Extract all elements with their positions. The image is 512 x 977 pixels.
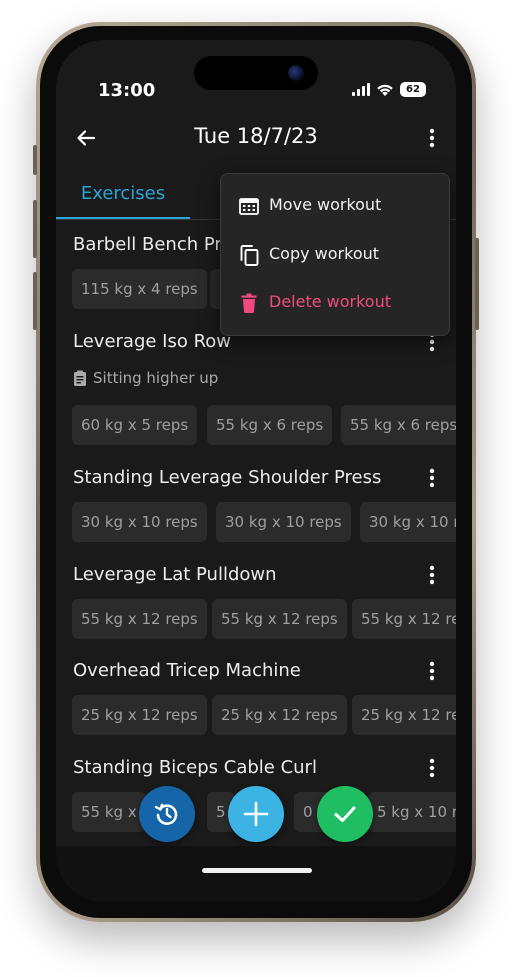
exercise-menu-button[interactable]: [422, 466, 442, 490]
set-chip[interactable]: 30 kg x 10 reps: [72, 502, 207, 542]
set-chip[interactable]: 25 kg x 12 reps: [72, 695, 207, 735]
more-vert-icon: [429, 758, 435, 778]
set-chip[interactable]: 115 kg x 4 reps: [72, 269, 207, 309]
menu-item-label: Copy workout: [269, 244, 380, 263]
battery-level: 62: [400, 82, 426, 97]
menu-item-label: Delete workout: [269, 292, 392, 311]
phone-action-button: [33, 145, 37, 175]
sets-row: 55 kg x 12 reps 55 kg x 12 reps 55 kg x …: [72, 599, 456, 639]
exercise-note: Sitting higher up: [73, 369, 218, 387]
dynamic-island: [194, 56, 318, 90]
set-chip[interactable]: 55 kg x 12 reps: [212, 599, 347, 639]
workout-options-menu: Move workout Copy workout Delete workout: [220, 173, 450, 336]
set-chip[interactable]: 30 kg x 10 reps: [216, 502, 351, 542]
set-chip[interactable]: 55 kg x 6 reps: [341, 405, 456, 445]
exercise-menu-button[interactable]: [422, 563, 442, 587]
exercise-name[interactable]: Barbell Bench Pr: [73, 234, 222, 255]
menu-item-copy-workout[interactable]: Copy workout: [221, 231, 449, 279]
home-indicator[interactable]: [202, 868, 312, 873]
phone-power-button: [475, 238, 479, 330]
page-title: Tue 18/7/23: [194, 124, 318, 148]
exercise-name[interactable]: Standing Biceps Cable Curl: [73, 757, 317, 778]
workout-menu-button[interactable]: [422, 126, 442, 150]
sets-row: 30 kg x 10 reps 30 kg x 10 reps 30 kg x …: [72, 502, 456, 542]
history-button[interactable]: [139, 786, 195, 842]
exercise-name[interactable]: Standing Leverage Shoulder Press: [73, 467, 381, 488]
app-bar: Tue 18/7/23: [56, 120, 456, 156]
status-icons: 62: [352, 82, 426, 97]
exercise-name[interactable]: Leverage Iso Row: [73, 331, 231, 352]
clipboard-icon: [74, 370, 86, 386]
set-chip[interactable]: 55 kg x 12 reps: [72, 599, 207, 639]
sets-row: 60 kg x 5 reps 55 kg x 6 reps 55 kg x 6 …: [72, 405, 456, 445]
add-exercise-button[interactable]: [228, 786, 284, 842]
set-chip[interactable]: 25 kg x 12 re: [352, 695, 456, 735]
app-screen: 13:00 62 Tue 18/7/23 Exercises Barbell B…: [56, 40, 456, 902]
copy-icon: [240, 245, 259, 266]
more-vert-icon: [429, 128, 435, 148]
set-chip[interactable]: 30 kg x 10 r: [360, 502, 456, 542]
more-vert-icon: [429, 661, 435, 681]
status-time: 13:00: [98, 80, 156, 101]
camera-icon: [288, 65, 304, 81]
history-icon: [154, 803, 178, 825]
wifi-icon: [377, 84, 393, 96]
set-chip[interactable]: 5 kg x 10 re: [368, 792, 456, 832]
exercise-menu-button[interactable]: [422, 659, 442, 683]
sets-row: 25 kg x 12 reps 25 kg x 12 reps 25 kg x …: [72, 695, 456, 735]
plus-icon: [243, 801, 269, 827]
cellular-signal-icon: [352, 83, 370, 96]
more-vert-icon: [429, 565, 435, 585]
bottom-safe-area: [56, 846, 456, 902]
calendar-icon: [239, 198, 259, 215]
note-text: Sitting higher up: [93, 369, 219, 387]
phone-volume-down-button: [33, 272, 37, 330]
exercise-menu-button[interactable]: [422, 756, 442, 780]
set-chip[interactable]: 55 kg x 6 reps: [207, 405, 333, 445]
set-chip[interactable]: 60 kg x 5 reps: [72, 405, 198, 445]
exercise-name[interactable]: Overhead Tricep Machine: [73, 660, 301, 681]
exercise-name[interactable]: Leverage Lat Pulldown: [73, 564, 277, 585]
phone-volume-up-button: [33, 200, 37, 258]
tab-exercises[interactable]: Exercises: [56, 180, 190, 220]
check-icon: [334, 806, 356, 822]
menu-item-delete-workout[interactable]: Delete workout: [221, 279, 449, 327]
trash-icon: [241, 293, 257, 314]
menu-item-label: Move workout: [269, 195, 382, 214]
more-vert-icon: [429, 468, 435, 488]
set-chip[interactable]: 55 kg x: [72, 792, 146, 832]
menu-item-move-workout[interactable]: Move workout: [221, 182, 449, 230]
set-chip[interactable]: 25 kg x 12 reps: [212, 695, 347, 735]
set-chip[interactable]: 55 kg x 12 re: [352, 599, 456, 639]
finish-workout-button[interactable]: [317, 786, 373, 842]
